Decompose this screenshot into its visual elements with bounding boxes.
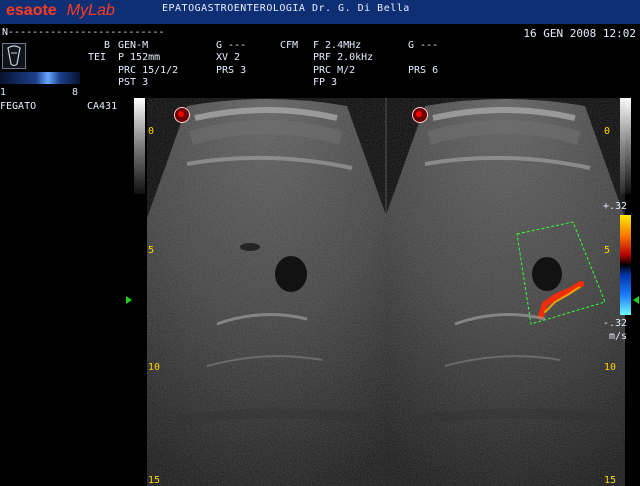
- param-prc: PRC 15/1/2: [118, 65, 179, 76]
- logo: esaote MyLab: [6, 2, 115, 20]
- param-prs1: PRS 3: [216, 65, 247, 76]
- focus-marker-right: [412, 107, 428, 123]
- left-depth-marker: [126, 296, 132, 304]
- param-prc2: PRC M/2: [313, 65, 356, 76]
- depth-right-0: 0: [604, 126, 611, 137]
- left-gray-scale: [134, 98, 145, 194]
- gray-scale-bar: [0, 72, 80, 84]
- depth-right-5: 5: [604, 245, 611, 256]
- color-scale-unit: m/s: [609, 331, 628, 342]
- top-bar: esaote MyLab EPATOGASTROENTEROLOGIA Dr. …: [0, 0, 640, 24]
- param-tei: TEI: [88, 52, 107, 63]
- parameters-block: B TEI GEN-M P 152mm PRC 15/1/2 PST 3 G -…: [88, 40, 468, 92]
- param-depth: P 152mm: [118, 52, 161, 63]
- param-freq: F 2.4MHz: [313, 40, 362, 51]
- depth-left-15: 15: [148, 475, 161, 486]
- probe-glyph-icon: [7, 45, 21, 67]
- patient-line: N--------------------------: [2, 27, 165, 38]
- gray-scale-min: 1: [0, 87, 7, 98]
- param-b: B: [104, 40, 111, 51]
- param-g1: G ---: [216, 40, 247, 51]
- department-title: EPATOGASTROENTEROLOGIA Dr. G. Di Bella: [162, 3, 410, 14]
- color-velocity-scale: [620, 215, 631, 315]
- probe-label: CA431: [87, 101, 118, 112]
- right-depth-marker: [633, 296, 639, 304]
- focus-marker-left: [174, 107, 190, 123]
- param-gen-m: GEN-M: [118, 40, 149, 51]
- param-fp: FP 3: [313, 77, 338, 88]
- param-cfm: CFM: [280, 40, 299, 51]
- organ-label: FEGATO: [0, 101, 37, 112]
- gray-scale-max: 8: [72, 87, 79, 98]
- depth-right-10: 10: [604, 362, 617, 373]
- param-pst: PST 3: [118, 77, 149, 88]
- depth-right-15: 15: [604, 475, 617, 486]
- ultrasound-left-image: [147, 98, 387, 486]
- probe-icon: [2, 43, 26, 69]
- color-scale-bottom: -.32: [603, 318, 628, 329]
- param-xv: XV 2: [216, 52, 241, 63]
- depth-left-5: 5: [148, 245, 155, 256]
- depth-left-10: 10: [148, 362, 161, 373]
- color-scale-top: +.32: [603, 201, 628, 212]
- ultrasound-right-image: [385, 98, 625, 486]
- depth-left-0: 0: [148, 126, 155, 137]
- logo-word: MyLab: [66, 2, 115, 19]
- param-prs2: PRS 6: [408, 65, 439, 76]
- logo-mark: esaote: [6, 2, 57, 19]
- param-g2: G ---: [408, 40, 439, 51]
- param-prf: PRF 2.0kHz: [313, 52, 374, 63]
- date-time: 16 GEN 2008 12:02: [523, 27, 636, 40]
